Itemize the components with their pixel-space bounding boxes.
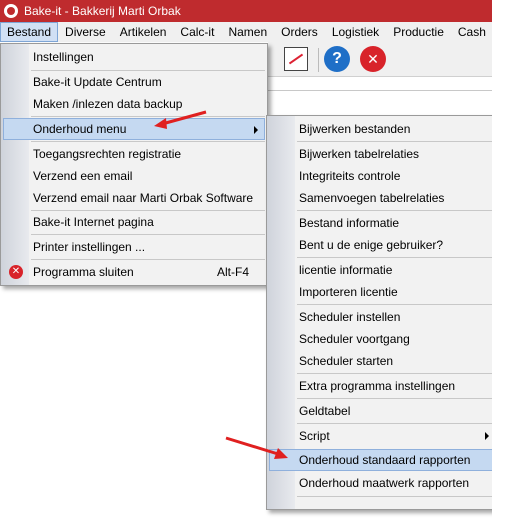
menu-separator (31, 234, 265, 235)
menu-bestand[interactable]: Bestand (0, 22, 59, 42)
submenu-item-onderhoud-standaard-rapporten[interactable]: Onderhoud standaard rapporten (269, 449, 495, 471)
edit-icon[interactable] (284, 47, 308, 71)
menu-calc-it[interactable]: Calc-it (173, 22, 221, 42)
menu-item-verzend-email-orbak[interactable]: Verzend email naar Marti Orbak Software (3, 187, 265, 209)
menu-separator (31, 116, 265, 117)
submenu-item-enige-gebruiker[interactable]: Bent u de enige gebruiker? (269, 234, 495, 256)
menu-item-label: Onderhoud menu (33, 122, 127, 136)
page-margin (492, 0, 507, 518)
menu-item-onderhoud-menu[interactable]: Onderhoud menu (3, 118, 265, 140)
help-icon[interactable]: ? (324, 46, 350, 72)
submenu-item-bestand-informatie[interactable]: Bestand informatie (269, 212, 495, 234)
submenu-arrow-icon (254, 126, 258, 134)
window-title: Bake-it - Bakkerij Marti Orbak (24, 4, 181, 18)
app-logo-icon (4, 4, 18, 18)
close-app-icon[interactable]: ✕ (360, 46, 386, 72)
content-divider (268, 90, 492, 91)
submenu-item-integriteits-controle[interactable]: Integriteits controle (269, 165, 495, 187)
toolbar-separator (318, 48, 319, 72)
menu-separator (297, 304, 495, 305)
submenu-item-onderhoud-maatwerk-rapporten[interactable]: Onderhoud maatwerk rapporten (269, 472, 495, 494)
bestand-menu: Instellingen Bake-it Update Centrum Make… (0, 43, 268, 286)
menu-separator (297, 496, 495, 497)
menu-productie[interactable]: Productie (386, 22, 451, 42)
submenu-item-bijwerken-bestanden[interactable]: Bijwerken bestanden (269, 118, 495, 140)
toolbar: ? ✕ (268, 42, 492, 77)
menu-item-update-centrum[interactable]: Bake-it Update Centrum (3, 71, 265, 93)
menu-artikelen[interactable]: Artikelen (113, 22, 174, 42)
menu-item-label: Script (299, 429, 330, 443)
submenu-item-samenvoegen-tabelrelaties[interactable]: Samenvoegen tabelrelaties (269, 187, 495, 209)
submenu-arrow-icon (485, 432, 489, 440)
submenu-item-licentie-informatie[interactable]: licentie informatie (269, 259, 495, 281)
menu-item-data-backup[interactable]: Maken /inlezen data backup (3, 93, 265, 115)
menu-separator (297, 210, 495, 211)
menu-separator (31, 141, 265, 142)
submenu-item-script[interactable]: Script (269, 425, 495, 447)
menu-separator (297, 141, 495, 142)
submenu-item-importeren-licentie[interactable]: Importeren licentie (269, 281, 495, 303)
menu-item-printer-instellingen[interactable]: Printer instellingen ... (3, 236, 265, 258)
submenu-item-geldtabel[interactable]: Geldtabel (269, 400, 495, 422)
menu-item-toegangsrechten[interactable]: Toegangsrechten registratie (3, 143, 265, 165)
onderhoud-submenu: Bijwerken bestanden Bijwerken tabelrelat… (266, 115, 498, 510)
menu-bar: Bestand Diverse Artikelen Calc-it Namen … (0, 22, 492, 42)
title-bar: Bake-it - Bakkerij Marti Orbak (0, 0, 492, 22)
menu-item-programma-sluiten[interactable]: ✕ Programma sluiten Alt-F4 (3, 261, 265, 283)
menu-item-label: Programma sluiten (33, 265, 134, 279)
submenu-item-bijwerken-tabelrelaties[interactable]: Bijwerken tabelrelaties (269, 143, 495, 165)
submenu-item-scheduler-starten[interactable]: Scheduler starten (269, 350, 495, 372)
menu-orders[interactable]: Orders (274, 22, 325, 42)
menu-item-instellingen[interactable]: Instellingen (3, 46, 265, 68)
close-icon: ✕ (9, 265, 23, 279)
menu-item-internet-pagina[interactable]: Bake-it Internet pagina (3, 211, 265, 233)
menu-separator (297, 257, 495, 258)
submenu-item-scheduler-voortgang[interactable]: Scheduler voortgang (269, 328, 495, 350)
menu-separator (297, 373, 495, 374)
menu-cash[interactable]: Cash (451, 22, 492, 42)
menu-separator (31, 259, 265, 260)
menu-diverse[interactable]: Diverse (58, 22, 113, 42)
menu-item-verzend-email[interactable]: Verzend een email (3, 165, 265, 187)
submenu-item-extra-instellingen[interactable]: Extra programma instellingen (269, 375, 495, 397)
menu-namen[interactable]: Namen (221, 22, 274, 42)
menu-logistiek[interactable]: Logistiek (325, 22, 386, 42)
menu-separator (297, 423, 495, 424)
shortcut-label: Alt-F4 (216, 265, 249, 279)
menu-separator (297, 398, 495, 399)
submenu-item-scheduler-instellen[interactable]: Scheduler instellen (269, 306, 495, 328)
